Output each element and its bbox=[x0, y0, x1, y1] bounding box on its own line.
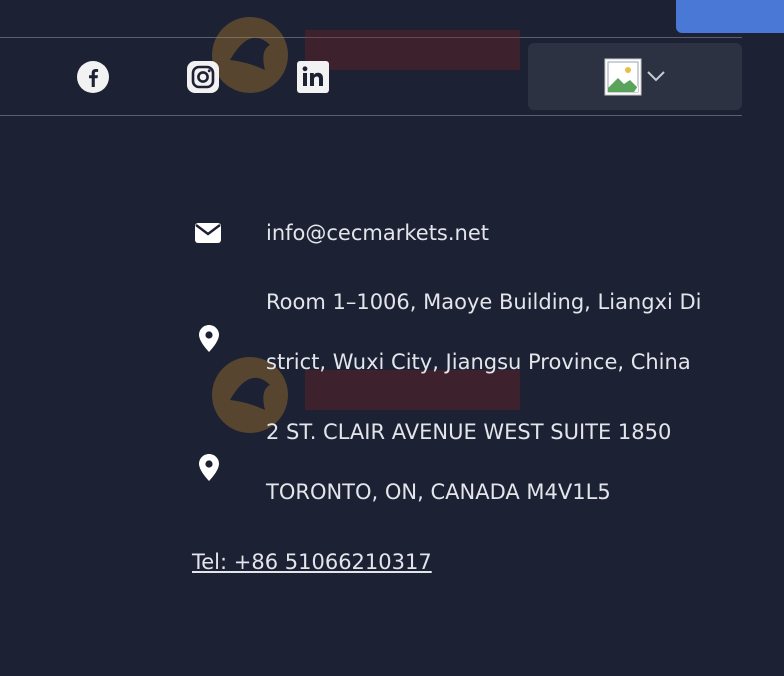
address-1-line-2: strict, Wuxi City, Jiangsu Province, Chi… bbox=[266, 350, 691, 374]
top-action-button[interactable] bbox=[676, 0, 784, 33]
chevron-down-icon bbox=[646, 68, 666, 82]
location-pin-icon bbox=[199, 454, 219, 481]
broken-image-icon bbox=[604, 58, 642, 96]
instagram-icon[interactable] bbox=[186, 60, 220, 94]
email-link[interactable]: info@cecmarkets.net bbox=[266, 218, 489, 248]
address-2-line-2: TORONTO, ON, CANADA M4V1L5 bbox=[266, 480, 611, 504]
phone-link[interactable]: Tel: +86 51066210317 bbox=[192, 547, 432, 577]
address-1-line-1: Room 1–1006, Maoye Building, Liangxi Di bbox=[266, 290, 702, 314]
mail-icon bbox=[194, 222, 224, 244]
divider-bottom bbox=[0, 115, 742, 116]
location-pin-icon bbox=[199, 325, 219, 352]
language-selector[interactable] bbox=[528, 43, 742, 110]
linkedin-icon[interactable] bbox=[296, 60, 330, 94]
address-2-line-1: 2 ST. CLAIR AVENUE WEST SUITE 1850 bbox=[266, 420, 672, 444]
facebook-icon[interactable] bbox=[76, 60, 110, 94]
watermark-logo bbox=[210, 0, 530, 104]
